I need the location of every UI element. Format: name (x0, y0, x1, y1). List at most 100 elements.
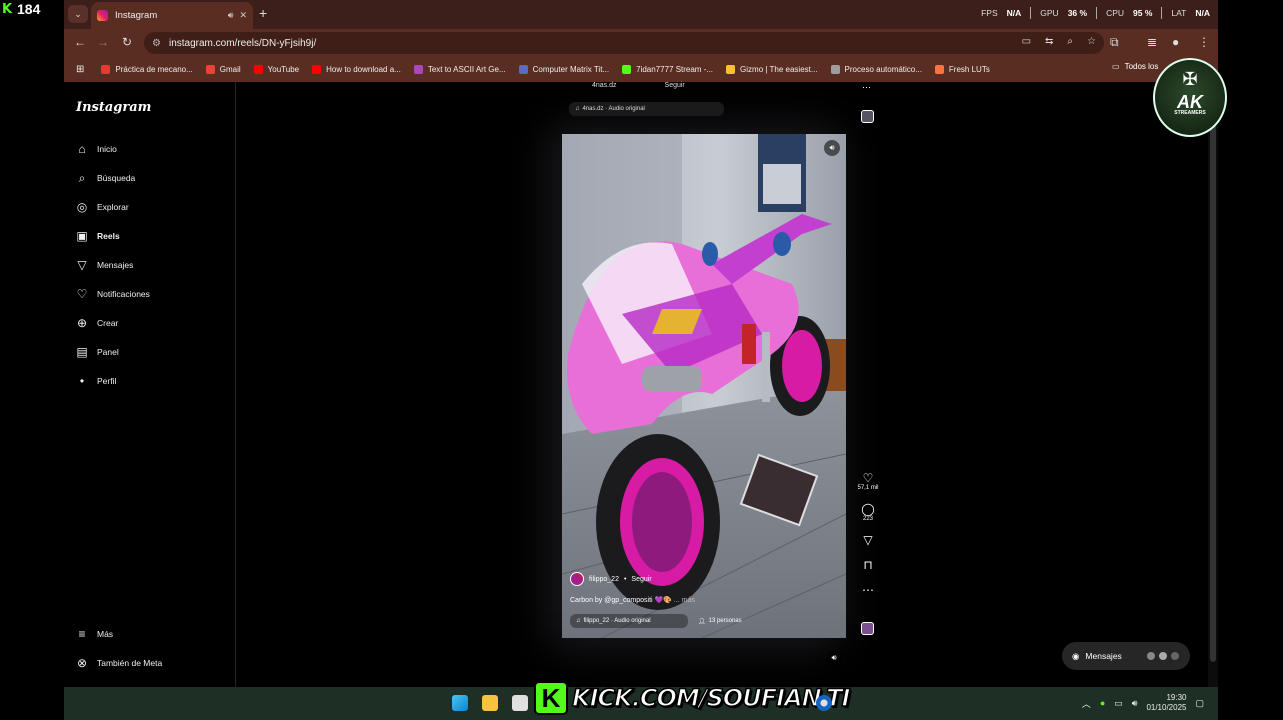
forward-icon[interactable]: → (97, 35, 109, 49)
apps-grid-icon[interactable]: ⊞ (76, 64, 84, 75)
share-button[interactable]: ▽ (863, 534, 872, 547)
tray-chevron-icon[interactable]: ︿ (1082, 697, 1091, 710)
reel-caption: Carbon by @gp_compositi 💜🎨 ... más (570, 596, 695, 604)
tab-instagram[interactable]: Instagram 🔊︎ ✕ (91, 2, 253, 29)
comment-button[interactable]: ◯ 223 (861, 503, 874, 523)
sidebar-item-plus[interactable]: ⊕ Crear (75, 316, 118, 330)
sidebar-item-dashboard[interactable]: ▤ Panel (75, 345, 118, 359)
more-options-button[interactable]: ⋯ (862, 584, 874, 597)
reel-video[interactable]: 🔊︎ filippo_22 • Seguir Carbon by @gp_com… (562, 134, 846, 638)
next-reel-mute-icon[interactable]: 🔊︎ (826, 650, 842, 666)
bookmark-item[interactable]: YouTube (253, 65, 299, 74)
sidebar-item-profile[interactable]: • Perfil (75, 374, 116, 388)
bookmark-star-icon[interactable]: ☆ (1087, 36, 1096, 47)
more-icon: ⋯ (862, 583, 874, 597)
instagram-sidebar: Instagram ⌂ Inicio ⌕ Búsqueda ◎ Explorar ▣ Reel… (64, 82, 236, 687)
sidebar-item-heart[interactable]: ♡ Notificaciones (75, 287, 150, 301)
new-tab-button[interactable]: + (259, 5, 267, 21)
instagram-logo[interactable]: Instagram (76, 100, 151, 115)
notification-icon[interactable]: ▢ (1195, 698, 1204, 709)
bookmark-item[interactable]: Gizmo | The easiest... (726, 65, 818, 74)
fps-label: FPS (981, 8, 998, 18)
tab-close-icon[interactable]: ✕ (239, 10, 247, 21)
reel-mute-icon[interactable]: 🔊︎ (824, 140, 840, 156)
bookmark-item[interactable]: Computer Matrix Tit... (518, 65, 610, 74)
sidebar-item-menu[interactable]: ≡ Más (75, 627, 113, 641)
bookmark-label: Computer Matrix Tit... (532, 65, 610, 74)
sidebar-item-compass[interactable]: ◎ Explorar (75, 200, 129, 214)
network-icon[interactable]: ▭ (1114, 698, 1123, 709)
audio-playing-icon[interactable]: 🔊︎ (228, 10, 234, 21)
prev-reel-follow[interactable]: Seguir (665, 82, 685, 89)
address-bar[interactable]: ⚙ instagram.com/reels/DN-yFjsih9j/ ▭ ⇆ ⌕… (144, 32, 1104, 54)
volume-icon[interactable]: 🔊︎ (1132, 698, 1138, 709)
clock[interactable]: 19:30 01/10/2025 (1146, 693, 1186, 713)
zoom-icon[interactable]: ⌕ (1067, 36, 1073, 47)
browser-taskbar-icon[interactable] (816, 695, 832, 711)
bookmark-label: Proceso automático... (844, 65, 922, 74)
sidebar-item-label: Más (97, 629, 114, 639)
music-note-icon: ♫ (576, 618, 581, 624)
reel-audio[interactable]: ♫ filippo_22 · Audio original (570, 614, 688, 628)
reel-people-tag[interactable]: 👤︎ 13 personas (692, 614, 748, 628)
back-icon[interactable]: ← (74, 35, 86, 49)
bookmark-item[interactable]: Proceso automático... (830, 65, 922, 74)
viewer-counter: K 184 (0, 0, 40, 18)
person-icon: 👤︎ (698, 618, 706, 625)
sidebar-item-search[interactable]: ⌕ Búsqueda (75, 170, 136, 185)
avatar (1158, 651, 1168, 661)
tab-search-button[interactable]: ⌄ (68, 5, 88, 23)
reel-people-label: 13 personas (708, 618, 742, 624)
tab-title: Instagram (115, 10, 158, 21)
bookmark-favicon-icon (253, 65, 263, 74)
bookmark-favicon-icon (101, 65, 111, 74)
store-icon[interactable] (512, 695, 528, 711)
bookmark-item[interactable]: 7idan7777 Stream -... (622, 65, 713, 74)
bookmark-label: Gizmo | The easiest... (740, 65, 818, 74)
file-explorer-icon[interactable] (482, 695, 498, 711)
scrollbar-thumb[interactable] (1210, 122, 1216, 662)
meta-icon: ⊗ (76, 656, 88, 670)
sidebar-item-home[interactable]: ⌂ Inicio (75, 142, 116, 156)
sidebar-item-reels[interactable]: ▣ Reels (75, 229, 119, 243)
reel-username[interactable]: filippo_22 (589, 576, 619, 583)
bookmark-item[interactable]: Gmail (205, 65, 241, 74)
reload-icon[interactable]: ↻ (122, 35, 132, 49)
sidebar-item-meta[interactable]: ⊗ También de Meta (75, 656, 162, 670)
prev-audio-thumbnail[interactable] (861, 110, 874, 123)
profile-avatar-icon[interactable]: ● (1172, 35, 1179, 49)
messages-button[interactable]: ◉ Mensajes (1062, 642, 1190, 670)
reel-follow-button[interactable]: Seguir (631, 576, 651, 583)
extensions-icon[interactable]: ⧉ (1110, 35, 1119, 50)
search-icon: ⌕ (78, 170, 86, 185)
bookmark-label: 7idan7777 Stream -... (636, 65, 714, 74)
all-bookmarks-folder[interactable]: ▭ Todos los (1112, 62, 1158, 71)
save-button[interactable]: ⊓ (863, 559, 872, 572)
reel-more-link[interactable]: ... más (674, 597, 695, 604)
bookmark-item[interactable]: How to download a... (312, 65, 401, 74)
cast-icon[interactable]: ▭ (1022, 36, 1031, 47)
windows-start-icon[interactable] (452, 695, 468, 711)
audio-thumbnail[interactable] (861, 622, 874, 635)
prev-reel-user[interactable]: 4nas.dz (592, 82, 617, 89)
microphone-icon[interactable]: ● (1100, 698, 1105, 708)
bookmark-item[interactable]: Fresh LUTs (934, 65, 990, 74)
browser-window: ⌄ Instagram 🔊︎ ✕ + FPS N/A GPU 36 % CPU 95 … (64, 0, 1218, 687)
menu-kebab-icon[interactable]: ⋮ (1198, 35, 1210, 49)
page-scrollbar[interactable] (1208, 82, 1218, 687)
sidebar-item-send[interactable]: ▽ Mensajes (75, 258, 133, 272)
sidebar-item-label: Explorar (97, 202, 129, 212)
bookmark-item[interactable]: Text to ASCII Art Ge... (413, 65, 506, 74)
bookmark-item[interactable]: Práctica de mecano... (101, 65, 193, 74)
site-info-icon[interactable]: ⚙ (152, 38, 161, 49)
author-avatar[interactable] (570, 572, 584, 586)
prev-reel-audio[interactable]: ♫ 4nas.dz · Audio original (569, 102, 724, 116)
kick-logo-icon: K (534, 681, 568, 715)
bookmarks-bar: ⊞ Práctica de mecano... Gmail YouTube How t… (64, 57, 1218, 82)
bookmark-favicon-icon (518, 65, 528, 74)
reading-list-icon[interactable]: ≣ (1147, 35, 1157, 49)
like-button[interactable]: ♡ 57,1 mil (857, 472, 878, 492)
prev-more-icon[interactable]: ⋯ (862, 82, 871, 93)
performance-overlay: FPS N/A GPU 36 % CPU 95 % LAT N/A (981, 7, 1210, 19)
translate-icon[interactable]: ⇆ (1045, 36, 1053, 47)
